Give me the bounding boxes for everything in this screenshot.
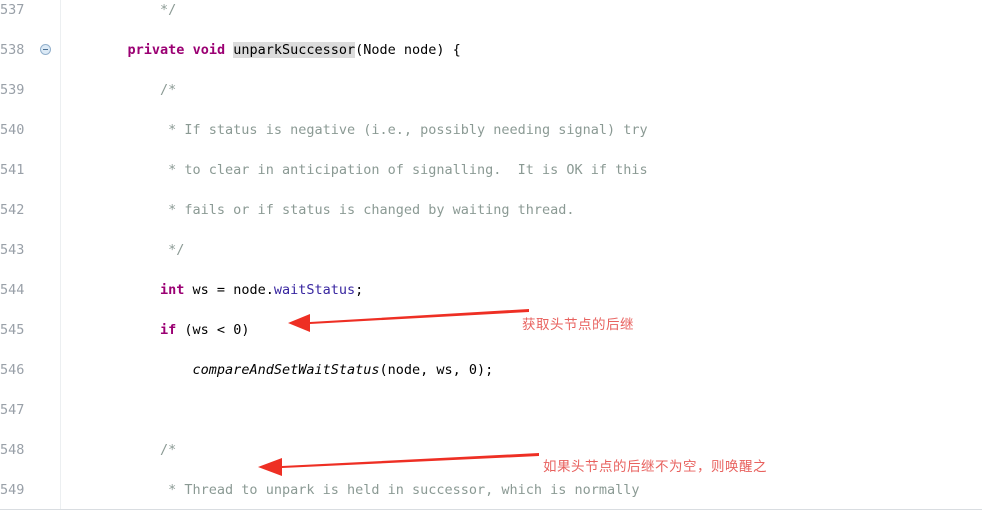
code-token-cmt: * If status is negative (i.e., possibly … xyxy=(168,122,648,138)
line-number: 547 xyxy=(0,402,25,418)
annotation-get-successor: 获取头节点的后继 xyxy=(522,317,634,333)
line-number: 546 xyxy=(0,362,25,378)
code-token-kw: void xyxy=(192,42,226,58)
code-token-static: compareAndSetWaitStatus xyxy=(192,362,380,378)
line-number: 548 xyxy=(0,442,25,458)
code-token-plain: (node, ws, 0); xyxy=(379,362,494,378)
code-token-plain: ws = node. xyxy=(184,282,274,298)
code-line[interactable]: 540 * If status is negative (i.e., possi… xyxy=(0,120,982,140)
code-token-cmt: /* xyxy=(160,82,177,98)
code-line-background xyxy=(85,0,982,20)
line-number: 543 xyxy=(0,242,25,258)
code-line[interactable]: 538 private void unparkSuccessor(Node no… xyxy=(0,40,982,60)
line-number: 537 xyxy=(0,2,25,18)
code-line-text: */ xyxy=(95,0,176,20)
code-line-background xyxy=(85,240,982,260)
code-token-cmt: * fails or if status is changed by waiti… xyxy=(168,202,575,218)
code-token-kw: if xyxy=(160,322,177,338)
code-line-text: * If status is negative (i.e., possibly … xyxy=(95,120,648,140)
code-token-fld: waitStatus xyxy=(273,282,356,298)
code-line[interactable]: 537 */ xyxy=(0,0,982,20)
line-number: 541 xyxy=(0,162,25,178)
code-line[interactable]: 542 * fails or if status is changed by w… xyxy=(0,200,982,220)
code-line[interactable]: 547 xyxy=(0,400,982,420)
code-line-text: */ xyxy=(95,240,184,260)
java-source-editor[interactable]: 537 */ 538 private void unparkSuccessor(N… xyxy=(0,0,982,510)
code-line[interactable]: 548 /* xyxy=(0,440,982,460)
code-editor-screenshot: 537 */ 538 private void unparkSuccessor(N… xyxy=(0,0,982,510)
code-line-text: int ws = node.waitStatus; xyxy=(95,280,363,300)
code-token-kw: int xyxy=(160,282,185,298)
code-token-cmt: /* xyxy=(160,442,177,458)
annotation-wake-successor: 如果头节点的后继不为空，则唤醒之 xyxy=(543,459,767,475)
code-token-cmt: * to clear in anticipation of signalling… xyxy=(168,162,648,178)
line-number: 542 xyxy=(0,202,25,218)
code-fold-collapse-icon[interactable] xyxy=(40,44,51,55)
code-line-text: /* xyxy=(95,80,176,100)
code-token-plain: ; xyxy=(355,282,364,298)
code-line[interactable]: 544 int ws = node.waitStatus; xyxy=(0,280,982,300)
line-number: 545 xyxy=(0,322,25,338)
code-line-text: /* xyxy=(95,440,176,460)
code-line[interactable]: 541 * to clear in anticipation of signal… xyxy=(0,160,982,180)
code-line[interactable]: 545 if (ws < 0) xyxy=(0,320,982,340)
code-line[interactable]: 543 */ xyxy=(0,240,982,260)
line-number: 540 xyxy=(0,122,25,138)
code-line-background xyxy=(85,80,982,100)
code-line-text: * Thread to unpark is held in successor,… xyxy=(95,480,640,500)
code-token-cmt: */ xyxy=(168,242,185,258)
code-line-text: if (ws < 0) xyxy=(95,320,249,340)
line-number: 538 xyxy=(0,42,25,58)
code-token-hl-ident: unparkSuccessor xyxy=(233,42,356,58)
code-token-cmt: * Thread to unpark is held in successor,… xyxy=(168,482,640,498)
code-token-cmt: */ xyxy=(160,2,177,18)
code-line-text: * to clear in anticipation of signalling… xyxy=(95,160,648,180)
code-line[interactable]: 549 * Thread to unpark is held in succes… xyxy=(0,480,982,500)
code-token-plain: (ws < 0) xyxy=(176,322,250,338)
line-number: 539 xyxy=(0,82,25,98)
line-number: 544 xyxy=(0,282,25,298)
editor-code-area[interactable]: 537 */ 538 private void unparkSuccessor(N… xyxy=(0,0,982,510)
code-line-text: compareAndSetWaitStatus(node, ws, 0); xyxy=(95,360,494,380)
code-line-text: private void unparkSuccessor(Node node) … xyxy=(95,40,461,60)
code-line-background xyxy=(85,400,982,420)
code-token-kw: private xyxy=(127,42,185,58)
code-line[interactable]: 546 compareAndSetWaitStatus(node, ws, 0)… xyxy=(0,360,982,380)
code-line[interactable]: 539 /* xyxy=(0,80,982,100)
line-number: 549 xyxy=(0,482,25,498)
code-line-text: * fails or if status is changed by waiti… xyxy=(95,200,575,220)
code-line-background xyxy=(85,440,982,460)
code-token-plain: (Node node) { xyxy=(355,42,461,58)
